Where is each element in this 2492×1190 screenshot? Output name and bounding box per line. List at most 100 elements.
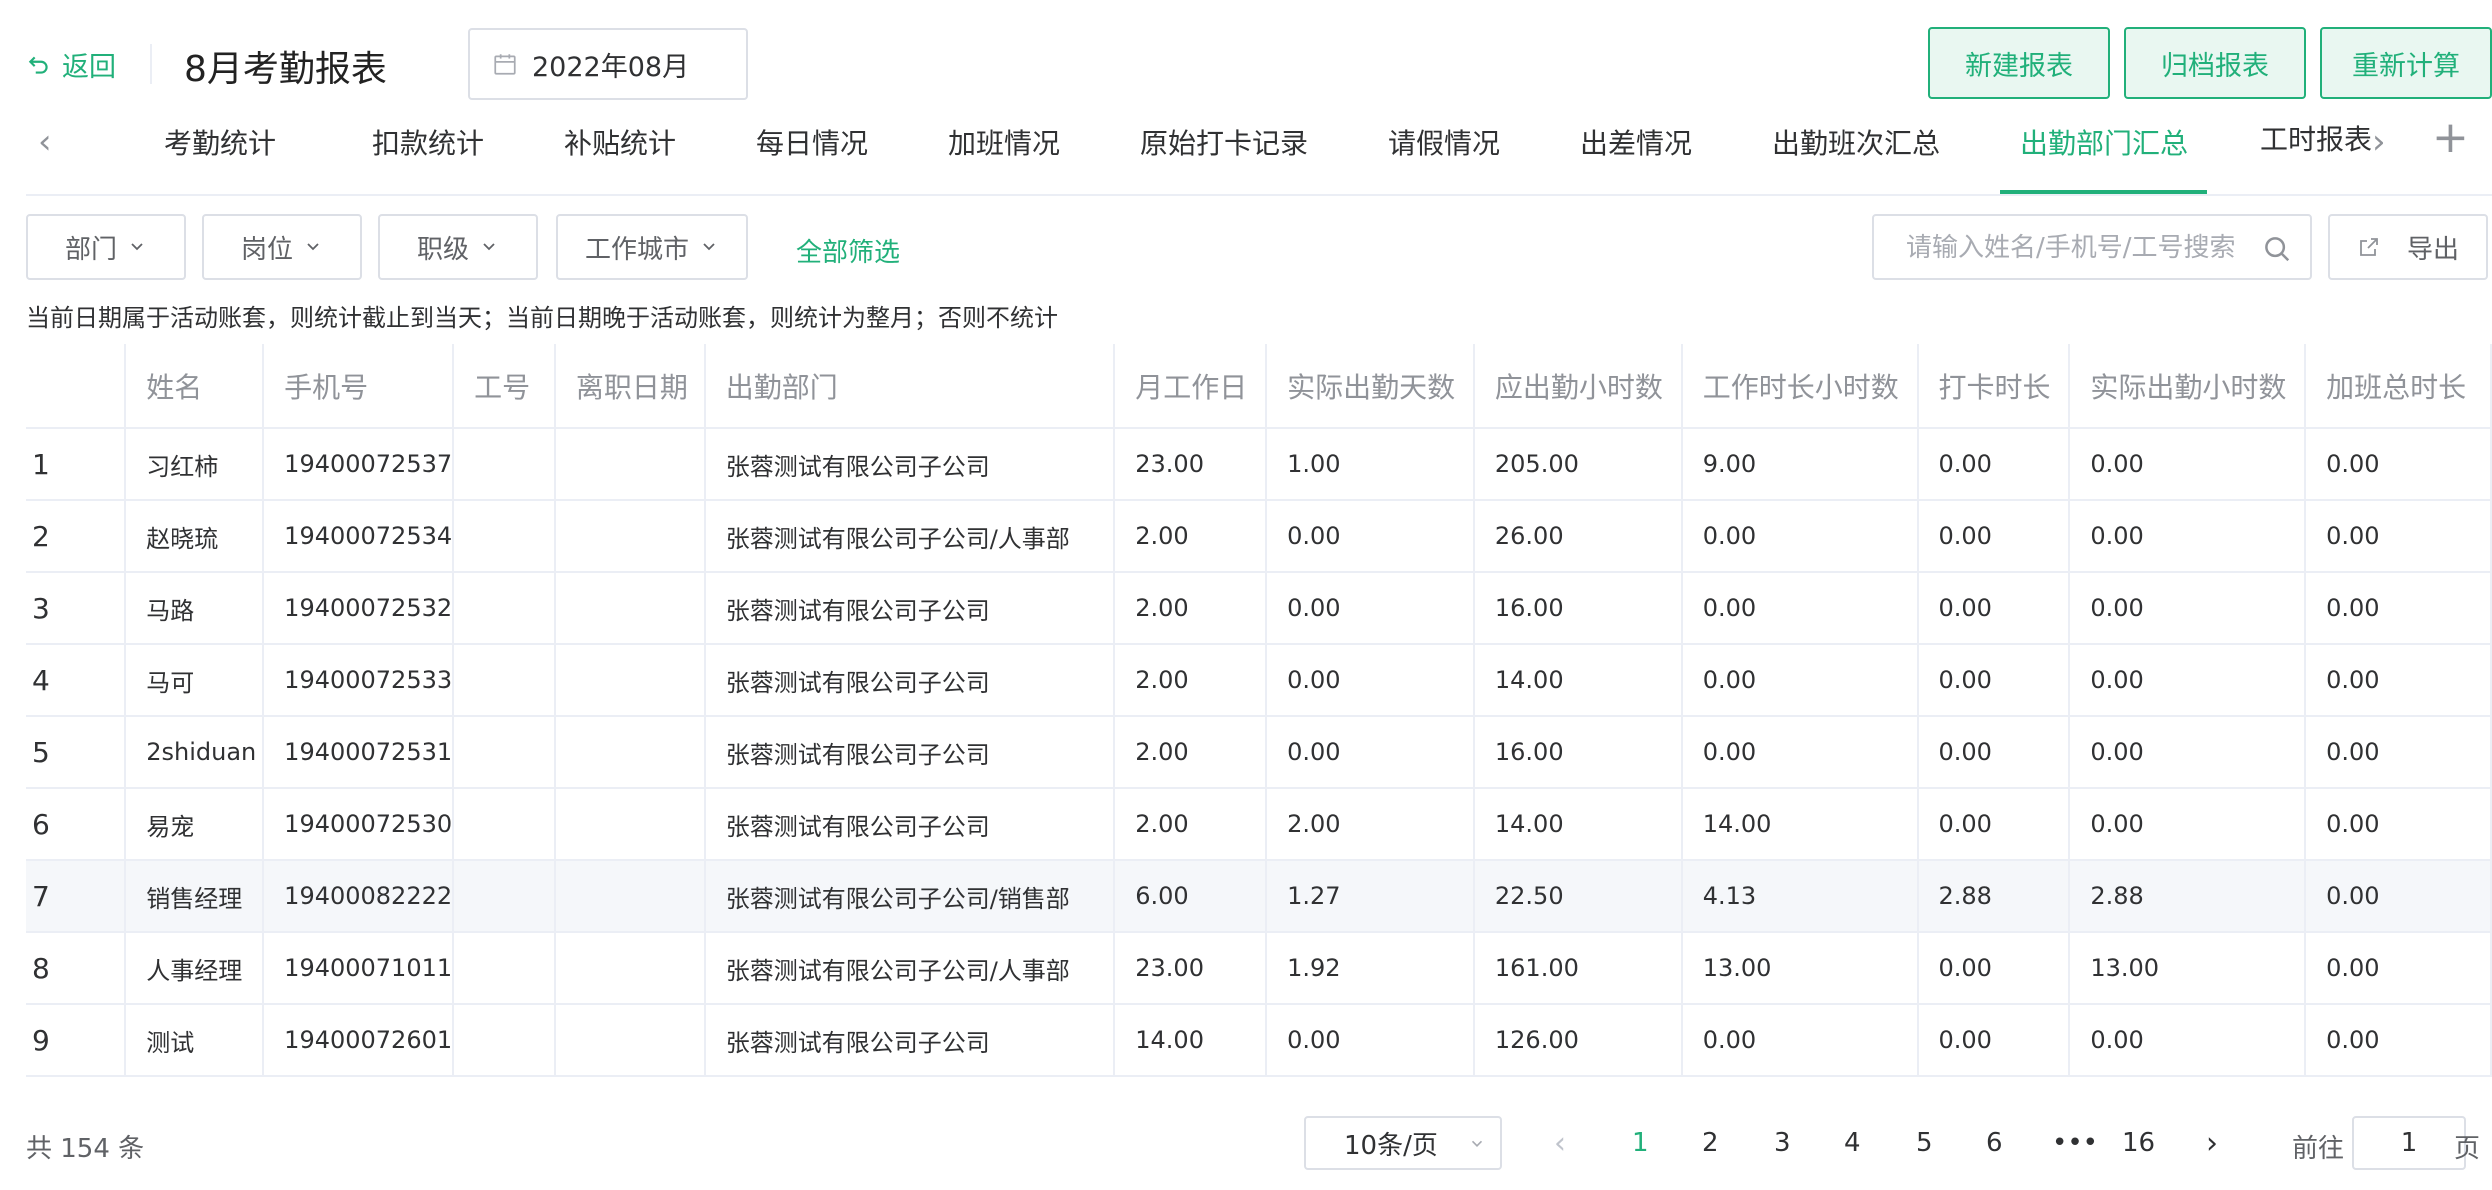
cell-leave-date: [554, 860, 706, 933]
cell-index: 5: [26, 716, 127, 789]
page-5[interactable]: 5: [1916, 1128, 1933, 1158]
cell-name: 2shiduan: [125, 716, 265, 789]
cell-required-hours: 161.00: [1473, 932, 1683, 1005]
cell-monthly-workdays: 23.00: [1114, 932, 1268, 1005]
chevron-down-icon: [483, 243, 495, 251]
table-row[interactable]: 8 人事经理 19400071011 张蓉测试有限公司子公司/人事部 23.00 1.92…: [26, 932, 2492, 1005]
column-header-monthly-workdays: 月工作日: [1114, 344, 1268, 429]
column-header-index: [26, 344, 127, 429]
chevron-down-icon: [703, 243, 715, 251]
search-box: [1872, 214, 2312, 280]
cell-work-hours: 0.00: [1681, 572, 1919, 645]
position-filter[interactable]: 岗位: [202, 214, 362, 280]
cell-actual-days: 0.00: [1266, 716, 1475, 789]
page-2[interactable]: 2: [1702, 1128, 1719, 1158]
tab-attendance-stats[interactable]: 考勤统计: [164, 122, 276, 162]
recalculate-button[interactable]: 重新计算: [2320, 27, 2492, 99]
goto-suffix: 页: [2454, 1134, 2481, 1164]
cell-name: 习红柿: [125, 428, 265, 501]
cell-overtime-total: 0.00: [2305, 572, 2492, 645]
rank-filter-label: 职级: [416, 234, 469, 265]
archive-report-button[interactable]: 归档报表: [2124, 27, 2306, 99]
cell-employee-id: [453, 1004, 556, 1077]
tab-allowance-stats[interactable]: 补贴统计: [564, 122, 676, 162]
table-row[interactable]: 5 2shiduan 19400072531 张蓉测试有限公司子公司 2.00 0.00 1…: [26, 716, 2492, 789]
page-4[interactable]: 4: [1844, 1128, 1861, 1158]
cell-monthly-workdays: 14.00: [1114, 1004, 1268, 1077]
table-row[interactable]: 9 测试 19400072601 张蓉测试有限公司子公司 14.00 0.00 126.00…: [26, 1004, 2492, 1077]
cell-employee-id: [453, 428, 556, 501]
search-input[interactable]: [1906, 228, 2246, 268]
cell-name: 赵晓琉: [125, 500, 265, 573]
cell-name: 测试: [125, 1004, 265, 1077]
tab-leave[interactable]: 请假情况: [1388, 122, 1500, 162]
cell-punch-hours: 0.00: [1917, 644, 2071, 717]
cell-name: 销售经理: [125, 860, 265, 933]
tabs-scroll-left-icon[interactable]: ‹: [38, 122, 52, 162]
next-page-icon[interactable]: ›: [2206, 1126, 2218, 1161]
tab-raw-punch-records[interactable]: 原始打卡记录: [1140, 122, 1308, 162]
cell-actual-hours: 2.88: [2069, 860, 2307, 933]
page-1[interactable]: 1: [1632, 1128, 1649, 1158]
cell-work-hours: 13.00: [1681, 932, 1919, 1005]
cell-leave-date: [554, 428, 706, 501]
total-count: 共 154 条: [26, 1134, 145, 1164]
table-row[interactable]: 6 易宠 19400072530 张蓉测试有限公司子公司 2.00 2.00 14.00 14…: [26, 788, 2492, 861]
tab-daily-status[interactable]: 每日情况: [756, 122, 868, 162]
cell-work-hours: 0.00: [1681, 1004, 1919, 1077]
column-header-actual-hours: 实际出勤小时数: [2069, 344, 2307, 429]
tab-shift-summary[interactable]: 出勤班次汇总: [1772, 122, 1940, 162]
tab-deduction-stats[interactable]: 扣款统计: [372, 122, 484, 162]
column-header-actual-days: 实际出勤天数: [1266, 344, 1475, 429]
cell-punch-hours: 2.88: [1917, 860, 2071, 933]
table-row[interactable]: 7 销售经理 19400082222 张蓉测试有限公司子公司/销售部 6.00 1.27 2…: [26, 860, 2492, 933]
page-6[interactable]: 6: [1986, 1128, 2003, 1158]
tab-overtime[interactable]: 加班情况: [948, 122, 1060, 162]
cell-actual-days: 0.00: [1266, 572, 1475, 645]
cell-work-hours: 0.00: [1681, 716, 1919, 789]
column-header-work-hours: 工作时长小时数: [1681, 344, 1919, 429]
cell-work-hours: 14.00: [1681, 788, 1919, 861]
cell-required-hours: 26.00: [1473, 500, 1683, 573]
all-filters-link[interactable]: 全部筛选: [796, 232, 900, 269]
export-button[interactable]: 导出: [2328, 214, 2488, 280]
cell-work-hours: 9.00: [1681, 428, 1919, 501]
cell-leave-date: [554, 500, 706, 573]
cell-department: 张蓉测试有限公司子公司: [704, 428, 1116, 501]
stats-notice: 当前日期属于活动账套，则统计截止到当天；当前日期晚于活动账套，则统计为整月；否则…: [26, 304, 1058, 332]
cell-monthly-workdays: 2.00: [1114, 572, 1268, 645]
page-16[interactable]: 16: [2122, 1128, 2155, 1158]
new-report-button[interactable]: 新建报表: [1928, 27, 2110, 99]
cell-overtime-total: 0.00: [2305, 1004, 2492, 1077]
tab-work-hours-report[interactable]: 工时报表: [2260, 118, 2375, 168]
search-icon[interactable]: [2262, 234, 2292, 264]
cell-phone: 19400072533: [263, 644, 455, 717]
page-3[interactable]: 3: [1774, 1128, 1791, 1158]
cell-department: 张蓉测试有限公司子公司: [704, 716, 1116, 789]
tabs-scroll-right-icon[interactable]: ›: [2372, 122, 2386, 162]
tab-business-trip[interactable]: 出差情况: [1580, 122, 1692, 162]
cell-leave-date: [554, 716, 706, 789]
page-size-select[interactable]: 10条/页: [1304, 1116, 1502, 1170]
work-city-filter[interactable]: 工作城市: [556, 214, 748, 280]
cell-department: 张蓉测试有限公司子公司: [704, 644, 1116, 717]
add-tab-icon[interactable]: +: [2432, 112, 2469, 163]
cell-actual-hours: 0.00: [2069, 500, 2307, 573]
table-row[interactable]: 4 马可 19400072533 张蓉测试有限公司子公司 2.00 0.00 14.00 0.…: [26, 644, 2492, 717]
table-row[interactable]: 1 习红柿 19400072537 张蓉测试有限公司子公司 23.00 1.00 205.0…: [26, 428, 2492, 501]
tab-department-summary[interactable]: 出勤部门汇总: [2020, 122, 2188, 162]
prev-page-icon[interactable]: ‹: [1554, 1126, 1566, 1161]
table-row[interactable]: 3 马路 19400072532 张蓉测试有限公司子公司 2.00 0.00 16.00 0.…: [26, 572, 2492, 645]
department-filter[interactable]: 部门: [26, 214, 186, 280]
table-row[interactable]: 2 赵晓琉 19400072534 张蓉测试有限公司子公司/人事部 2.00 0.00 26…: [26, 500, 2492, 573]
cell-actual-days: 1.27: [1266, 860, 1475, 933]
back-button[interactable]: 返回: [26, 45, 116, 84]
header-divider: [150, 44, 152, 84]
cell-punch-hours: 0.00: [1917, 788, 2071, 861]
month-picker[interactable]: 2022年08月: [468, 28, 748, 100]
more-pages-icon[interactable]: •••: [2052, 1128, 2098, 1158]
goto-page-input[interactable]: [2352, 1116, 2466, 1170]
back-label: 返回: [62, 52, 116, 83]
rank-filter[interactable]: 职级: [378, 214, 538, 280]
cell-department: 张蓉测试有限公司子公司: [704, 788, 1116, 861]
